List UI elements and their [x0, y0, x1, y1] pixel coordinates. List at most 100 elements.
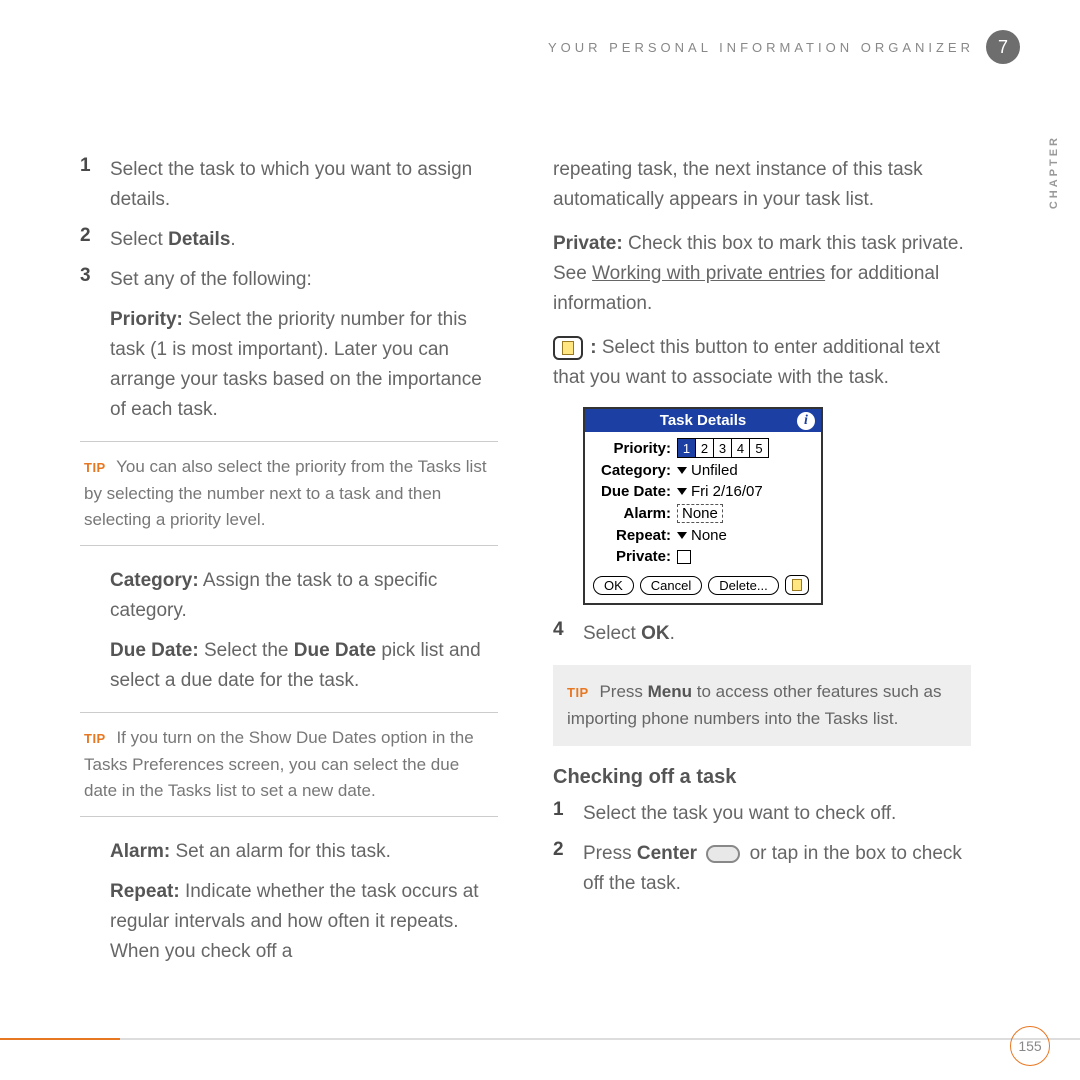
note-desc: : Select this button to enter additional… [553, 333, 971, 393]
row-label: Priority: [593, 440, 677, 457]
field-label: Private: [553, 233, 623, 254]
field-label: Priority: [110, 309, 183, 330]
repeat-row: Repeat: None [593, 527, 813, 544]
colon: : [585, 337, 597, 358]
dialog-titlebar: Task Details i [585, 409, 821, 432]
text: Select this button to enter additional t… [553, 337, 940, 388]
duedate-desc: Due Date: Select the Due Date pick list … [80, 636, 498, 696]
dialog-buttons: OK Cancel Delete... [593, 569, 813, 595]
dropdown-icon[interactable] [677, 532, 687, 539]
private-row: Private: [593, 548, 813, 565]
row-label: Alarm: [593, 505, 677, 522]
priority-selector[interactable]: 1 2 3 4 5 [677, 438, 769, 458]
ok-button[interactable]: OK [593, 576, 634, 595]
row-label: Repeat: [593, 527, 677, 544]
right-column: repeating task, the next instance of thi… [553, 155, 971, 965]
field-label: Alarm: [110, 841, 170, 862]
alarm-row: Alarm: None [593, 504, 813, 523]
priority-2[interactable]: 2 [696, 439, 714, 457]
section-heading: Checking off a task [553, 766, 971, 789]
note-button[interactable] [785, 575, 809, 595]
row-label: Category: [593, 462, 677, 479]
dropdown-icon[interactable] [677, 488, 687, 495]
checkoff-step-2: 2 Press Center or tap in the box to chec… [553, 839, 971, 899]
delete-button[interactable]: Delete... [708, 576, 778, 595]
field-label: Due Date: [110, 640, 199, 661]
page-number: 155 [1010, 1026, 1050, 1066]
cancel-button[interactable]: Cancel [640, 576, 702, 595]
left-column: 1 Select the task to which you want to a… [80, 155, 498, 965]
text: Press [583, 843, 637, 864]
dialog-body: Priority: 1 2 3 4 5 Category: Unfiled [585, 432, 821, 603]
text: Set an alarm for this task. [170, 841, 391, 862]
note-icon [553, 336, 583, 360]
alarm-value[interactable]: None [677, 504, 723, 523]
step-1: 1 Select the task to which you want to a… [80, 155, 498, 215]
repeat-desc: Repeat: Indicate whether the task occurs… [80, 877, 498, 967]
repeat-value[interactable]: None [691, 527, 727, 544]
link-working-private-entries[interactable]: Working with private entries [592, 263, 825, 284]
page-header: YOUR PERSONAL INFORMATION ORGANIZER 7 [80, 30, 1020, 64]
header-title: YOUR PERSONAL INFORMATION ORGANIZER [548, 40, 974, 55]
bold-term: Due Date [294, 640, 376, 661]
step-text: Select the task to which you want to ass… [110, 155, 498, 215]
step-3: 3 Set any of the following: [80, 265, 498, 295]
chapter-label-vertical: CHAPTER [1048, 135, 1060, 209]
step-text: Press Center or tap in the box to check … [583, 839, 971, 899]
category-desc: Category: Assign the task to a specific … [80, 566, 498, 626]
priority-row: Priority: 1 2 3 4 5 [593, 438, 813, 458]
priority-5[interactable]: 5 [750, 439, 768, 457]
private-desc: Private: Check this box to mark this tas… [553, 229, 971, 319]
tip-box-3: TIP Press Menu to access other features … [553, 665, 971, 746]
center-button-icon [706, 845, 740, 863]
category-value[interactable]: Unfiled [691, 462, 738, 479]
row-label: Private: [593, 548, 677, 565]
bold-term: Menu [648, 682, 692, 701]
priority-3[interactable]: 3 [714, 439, 732, 457]
footer-rule [0, 1038, 1080, 1040]
tip-box-1: TIP You can also select the priority fro… [80, 441, 498, 546]
duedate-value[interactable]: Fri 2/16/07 [691, 483, 763, 500]
info-icon[interactable]: i [797, 412, 815, 430]
step-number: 2 [80, 225, 110, 255]
tip-label: TIP [84, 731, 106, 746]
body-columns: 1 Select the task to which you want to a… [80, 155, 1020, 965]
category-row: Category: Unfiled [593, 462, 813, 479]
text: . [670, 623, 675, 644]
row-label: Due Date: [593, 483, 677, 500]
step-number: 1 [80, 155, 110, 215]
dialog-title-text: Task Details [660, 412, 746, 429]
alarm-desc: Alarm: Set an alarm for this task. [80, 837, 498, 867]
tip-text: You can also select the priority from th… [84, 457, 487, 529]
text: . [230, 229, 235, 250]
field-label: Repeat: [110, 881, 180, 902]
text: Press [595, 682, 648, 701]
step-text: Select the task you want to check off. [583, 799, 896, 829]
priority-1[interactable]: 1 [678, 439, 696, 457]
bold-term: OK [641, 623, 670, 644]
tip-text: If you turn on the Show Due Dates option… [84, 728, 474, 800]
dropdown-icon[interactable] [677, 467, 687, 474]
private-checkbox[interactable] [677, 550, 691, 564]
repeat-cont: repeating task, the next instance of thi… [553, 155, 971, 215]
step-number: 4 [553, 619, 583, 649]
step-text: Select Details. [110, 225, 236, 255]
priority-desc: Priority: Select the priority number for… [80, 305, 498, 425]
tip-label: TIP [567, 685, 589, 700]
tip-label: TIP [84, 460, 106, 475]
step-number: 1 [553, 799, 583, 829]
step-text: Select OK. [583, 619, 675, 649]
text: Select [110, 229, 168, 250]
text: Select the [199, 640, 294, 661]
checkoff-step-1: 1 Select the task you want to check off. [553, 799, 971, 829]
step-4: 4 Select OK. [553, 619, 971, 649]
field-label: Category: [110, 570, 199, 591]
step-number: 3 [80, 265, 110, 295]
bold-term: Center [637, 843, 697, 864]
page: YOUR PERSONAL INFORMATION ORGANIZER 7 CH… [0, 0, 1080, 1080]
step-number: 2 [553, 839, 583, 899]
bold-term: Details [168, 229, 230, 250]
priority-4[interactable]: 4 [732, 439, 750, 457]
step-2: 2 Select Details. [80, 225, 498, 255]
step-text: Set any of the following: [110, 265, 312, 295]
